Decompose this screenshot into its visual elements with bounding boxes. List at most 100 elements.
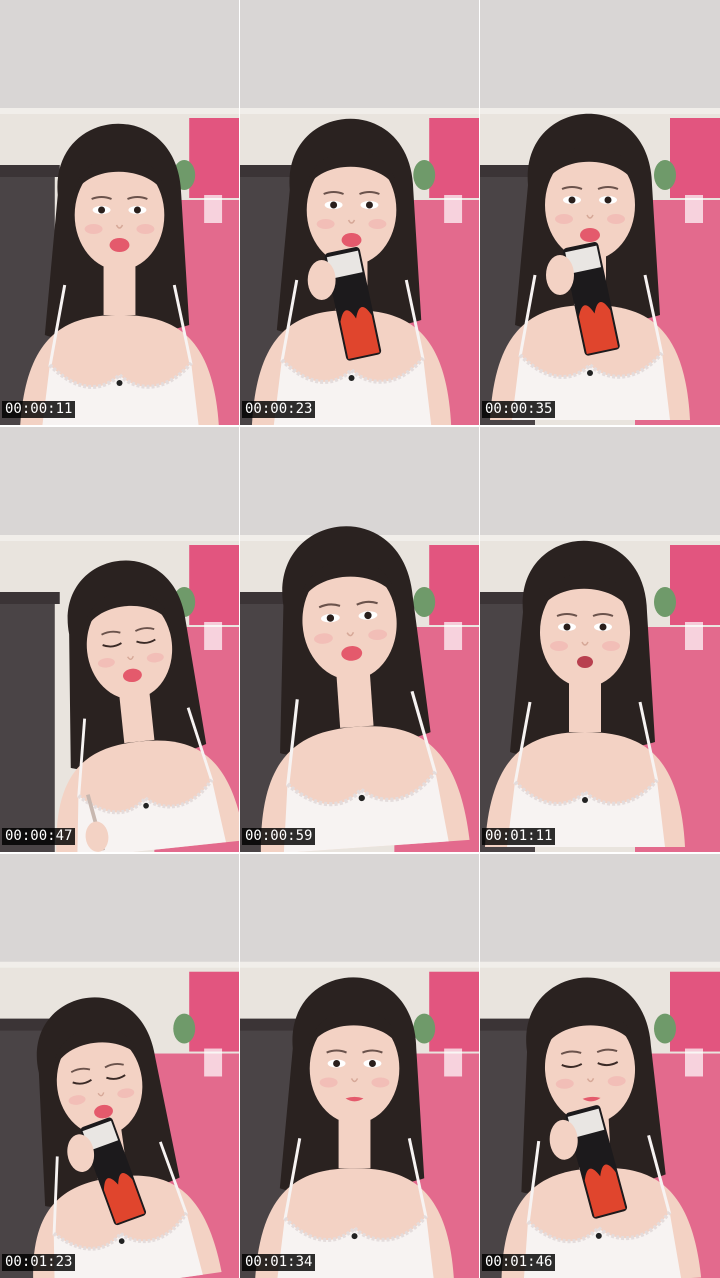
timestamp-label: 00:00:35	[482, 401, 556, 418]
pupil	[333, 1060, 341, 1067]
timestamp-label: 00:01:23	[2, 1254, 76, 1271]
hand	[307, 260, 336, 300]
frame-scene	[240, 0, 479, 425]
pupil	[568, 196, 576, 204]
frame-1: 00:00:11	[0, 0, 239, 425]
crown-molding	[0, 108, 239, 114]
wall-hook	[444, 622, 463, 650]
wall-hook	[685, 195, 703, 223]
frame-scene	[0, 427, 239, 852]
frame-scene	[0, 0, 239, 425]
blush	[550, 641, 568, 651]
frame-scene	[240, 854, 479, 1278]
frame-9: 00:01:46	[480, 854, 720, 1278]
wardrobe-top	[0, 592, 60, 604]
blush	[602, 641, 620, 651]
lips	[580, 228, 600, 242]
lips	[109, 238, 130, 252]
crown-molding	[480, 535, 720, 541]
bow	[348, 375, 355, 381]
pink-wall-panel	[429, 971, 479, 1052]
wardrobe	[0, 602, 55, 852]
frame-8: 00:01:34	[240, 854, 479, 1278]
wall-hook	[444, 1048, 463, 1077]
hanging-bag	[413, 587, 436, 617]
blush	[316, 219, 335, 229]
wall-hook	[204, 622, 223, 650]
blush	[84, 224, 103, 234]
blush	[607, 214, 625, 224]
wall-hook	[685, 1048, 703, 1077]
pupil	[599, 623, 607, 631]
mouth	[577, 656, 593, 668]
crown-molding	[0, 961, 239, 968]
crown-molding	[0, 535, 239, 541]
pink-wall-panel	[189, 545, 239, 625]
timestamp-label: 00:00:59	[242, 828, 316, 845]
crown-molding	[240, 108, 479, 114]
pink-wall-panel	[429, 545, 479, 625]
blush	[136, 224, 155, 234]
crown-molding	[480, 108, 720, 114]
pupil	[98, 206, 106, 214]
pink-wall-panel	[670, 118, 720, 198]
timestamp-label: 00:01:46	[482, 1254, 556, 1271]
pupil	[604, 196, 612, 204]
hand	[546, 255, 574, 295]
bow	[582, 797, 588, 803]
hanging-bag	[413, 1013, 436, 1044]
ceiling	[240, 0, 479, 120]
bow	[351, 1233, 358, 1240]
pink-wall-panel	[429, 118, 479, 198]
timestamp-label: 00:00:23	[242, 401, 316, 418]
timestamp-label: 00:01:11	[482, 828, 556, 845]
bow	[116, 380, 123, 386]
pink-wall-panel	[189, 971, 239, 1052]
hanging-bag	[654, 1013, 676, 1044]
wall-hook	[444, 195, 463, 223]
blush	[371, 1077, 390, 1088]
hanging-bag	[413, 160, 436, 190]
hanging-bag	[654, 160, 676, 190]
frame-scene	[480, 854, 720, 1278]
frame-5: 00:00:59	[240, 427, 479, 852]
wardrobe-top	[0, 165, 60, 177]
ceiling	[480, 427, 720, 547]
frame-2: 00:00:23	[240, 0, 479, 425]
ceiling	[0, 427, 239, 547]
thumbnail-grid: 00:00:11 00:00:23 00:00:35 00:00:47 00:0…	[0, 0, 720, 1278]
ceiling	[0, 854, 239, 974]
timestamp-label: 00:00:47	[2, 828, 76, 845]
frame-7: 00:01:23	[0, 854, 239, 1278]
pink-wall-panel	[189, 118, 239, 198]
pupil	[368, 1060, 376, 1067]
ceiling	[480, 0, 720, 120]
bow	[587, 370, 593, 376]
hanging-bag	[654, 587, 676, 617]
pupil	[563, 623, 571, 631]
blush	[319, 1077, 338, 1088]
frame-scene	[0, 854, 239, 1278]
ceiling	[0, 0, 239, 120]
wall-hook	[685, 622, 703, 650]
pupil	[330, 201, 338, 209]
frame-6: 00:01:11	[480, 427, 720, 852]
lips	[341, 233, 362, 247]
frame-scene	[240, 427, 479, 852]
frame-3: 00:00:35	[480, 0, 720, 425]
frame-scene	[480, 0, 720, 425]
wardrobe-top	[240, 1018, 300, 1031]
wall-hook	[204, 1048, 223, 1077]
crown-molding	[480, 961, 720, 968]
blush	[368, 219, 387, 229]
ceiling	[240, 854, 479, 974]
pink-wall-panel	[670, 545, 720, 625]
ceiling	[480, 854, 720, 974]
timestamp-label: 00:01:34	[242, 1254, 316, 1271]
wall-hook	[204, 195, 223, 223]
hanging-bag	[173, 1013, 196, 1044]
frame-scene	[480, 427, 720, 852]
crown-molding	[240, 961, 479, 968]
frame-4: 00:00:47	[0, 427, 239, 852]
pupil	[365, 201, 373, 209]
